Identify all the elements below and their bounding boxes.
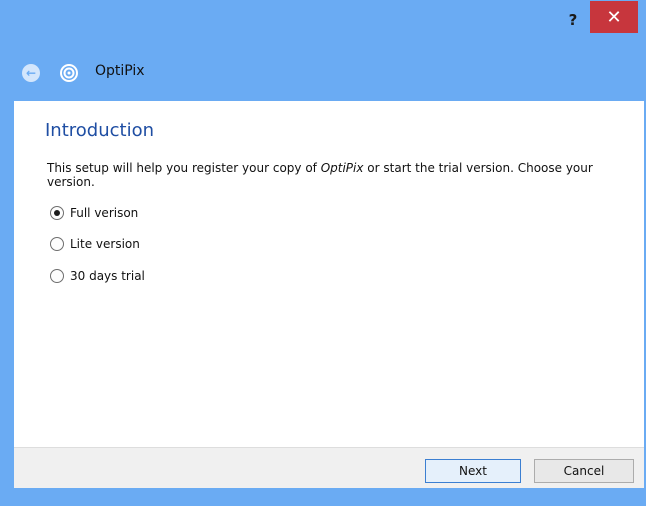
app-target-icon bbox=[60, 64, 78, 82]
radio-lite-version[interactable]: Lite version bbox=[50, 235, 140, 253]
page-description: This setup will help you register your c… bbox=[47, 161, 617, 189]
wizard-footer: Next Cancel bbox=[14, 447, 644, 488]
radio-button[interactable] bbox=[50, 269, 64, 283]
help-button[interactable]: ? bbox=[556, 5, 590, 35]
radio-label: Lite version bbox=[70, 237, 140, 251]
title-bar: ? ✕ bbox=[0, 0, 646, 40]
wizard-nav-bar: ← OptiPix bbox=[0, 50, 646, 95]
close-icon: ✕ bbox=[606, 6, 622, 28]
radio-label: 30 days trial bbox=[70, 269, 145, 283]
window-bottom-border bbox=[0, 488, 646, 506]
description-prefix: This setup will help you register your c… bbox=[47, 161, 321, 175]
page-heading: Introduction bbox=[45, 120, 155, 141]
setup-wizard-window: ? ✕ ← OptiPix Introduction This setup wi… bbox=[0, 0, 646, 506]
cancel-button[interactable]: Cancel bbox=[534, 459, 634, 483]
radio-button[interactable] bbox=[50, 237, 64, 251]
radio-selected-dot bbox=[54, 210, 60, 216]
wizard-content: Introduction This setup will help you re… bbox=[14, 101, 644, 447]
description-product: OptiPix bbox=[320, 161, 364, 175]
radio-label: Full verison bbox=[70, 206, 139, 220]
back-button[interactable]: ← bbox=[22, 64, 40, 82]
radio-30-days-trial[interactable]: 30 days trial bbox=[50, 267, 145, 285]
app-title: OptiPix bbox=[95, 63, 145, 79]
next-button[interactable]: Next bbox=[425, 459, 521, 483]
radio-full-version[interactable]: Full verison bbox=[50, 204, 138, 222]
radio-button[interactable] bbox=[50, 206, 64, 220]
close-button[interactable]: ✕ bbox=[590, 1, 638, 33]
back-arrow-icon: ← bbox=[25, 66, 37, 80]
